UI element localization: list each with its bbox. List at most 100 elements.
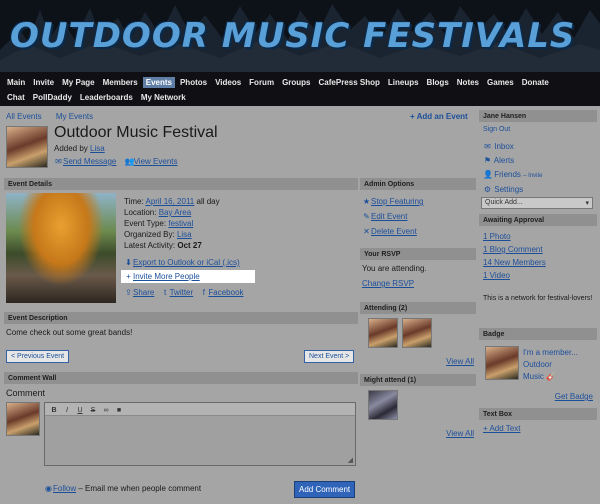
- event-organizer: Organized By: Lisa: [124, 230, 192, 239]
- main-nav: Main Invite My Page Members Events Photos Vide…: [0, 72, 600, 106]
- settings-link[interactable]: Settings: [494, 185, 523, 194]
- site-title[interactable]: OUTDOOR MUSIC FESTIVALS: [10, 16, 575, 56]
- previous-event-button[interactable]: < Previous Event: [6, 350, 70, 363]
- quick-add-select[interactable]: Quick Add... ▾: [481, 197, 593, 209]
- nav-item-groups[interactable]: Groups: [279, 77, 313, 88]
- nav-item-polldaddy[interactable]: PollDaddy: [30, 92, 75, 103]
- toolbar-button[interactable]: I: [62, 406, 72, 415]
- subnav: All Events My Events: [6, 112, 93, 121]
- view-events-link[interactable]: View Events: [134, 157, 178, 166]
- approval-item-link[interactable]: 1 Photo: [483, 230, 546, 243]
- nav-item-main[interactable]: Main: [4, 77, 28, 88]
- add-comment-button[interactable]: Add Comment: [294, 481, 356, 498]
- nav-item-videos[interactable]: Videos: [212, 77, 244, 88]
- nav-item-forum[interactable]: Forum: [246, 77, 277, 88]
- follow-link[interactable]: Follow: [53, 484, 76, 493]
- sign-out-link[interactable]: Sign Out: [483, 126, 510, 133]
- event-meta: Time: April 16, 2011 all day Location: B…: [124, 196, 220, 251]
- organizer-avatar[interactable]: [6, 126, 48, 168]
- inbox-icon: ✉: [484, 142, 491, 151]
- nav-item-members[interactable]: Members: [100, 77, 141, 88]
- comment-editor[interactable]: B I U S ∞ ■ ◢: [44, 402, 356, 466]
- add-event-button[interactable]: + Add an Event: [410, 112, 468, 121]
- admin-options-header: Admin Options: [360, 178, 476, 190]
- change-rsvp-link[interactable]: Change RSVP: [362, 279, 414, 288]
- follow-description: – Email me when people comment: [78, 484, 202, 493]
- all-events-link[interactable]: All Events: [6, 112, 42, 121]
- event-type-link[interactable]: festival: [168, 219, 193, 228]
- nav-item-photos[interactable]: Photos: [177, 77, 210, 88]
- star-icon: ★: [362, 197, 371, 206]
- attendee-avatar[interactable]: [402, 318, 432, 348]
- toolbar-button[interactable]: B: [49, 406, 59, 415]
- attendee-avatar[interactable]: [368, 318, 398, 348]
- toolbar-button[interactable]: U: [75, 406, 85, 415]
- user-menu: ✉ Inbox ⚑ Alerts 👤 Friends – Invite ⚙ Se…: [483, 140, 543, 197]
- twitter-link[interactable]: Twitter: [170, 288, 194, 297]
- delete-event-link[interactable]: Delete Event: [371, 227, 417, 236]
- nav-item-my-network[interactable]: My Network: [138, 92, 189, 103]
- get-badge-link[interactable]: Get Badge: [555, 392, 593, 401]
- invite-friends-link[interactable]: – Invite: [523, 173, 542, 179]
- event-actions: ✉Send Message 👥View Events: [54, 157, 177, 166]
- maybe-attendee-avatar[interactable]: [368, 390, 398, 420]
- inbox-link[interactable]: Inbox: [494, 142, 514, 151]
- next-event-button[interactable]: Next Event >: [304, 350, 355, 363]
- friends-link[interactable]: Friends: [494, 170, 521, 179]
- event-type: Event Type: festival: [124, 219, 194, 228]
- nav-item-chat[interactable]: Chat: [4, 92, 28, 103]
- toolbar-button[interactable]: S: [88, 406, 98, 415]
- site-banner: OUTDOOR MUSIC FESTIVALS: [0, 0, 600, 72]
- nav-item-invite[interactable]: Invite: [30, 77, 57, 88]
- send-message-link[interactable]: Send Message: [63, 157, 116, 166]
- stop-featuring-link[interactable]: Stop Featuring: [371, 197, 423, 206]
- badge-text: I'm a member... Outdoor Music 🎸: [523, 348, 578, 381]
- location-link[interactable]: Bay Area: [159, 208, 191, 217]
- add-text-link[interactable]: + Add Text: [483, 424, 520, 433]
- event-location: Location: Bay Area: [124, 208, 192, 217]
- approval-item-link[interactable]: 1 Blog Comment: [483, 243, 546, 256]
- nav-item-games[interactable]: Games: [484, 77, 517, 88]
- toolbar-button[interactable]: ■: [114, 406, 124, 415]
- network-description: This is a network for festival-lovers!: [483, 295, 593, 302]
- might-attend-header: Might attend (1): [360, 374, 476, 386]
- approval-item-link[interactable]: 1 Video: [483, 269, 546, 282]
- invite-more-link[interactable]: Invite More People: [133, 272, 200, 281]
- added-by: Added by Lisa: [54, 144, 105, 153]
- nav-item-cafepress-shop[interactable]: CafePress Shop: [316, 77, 383, 88]
- plus-icon: +: [126, 272, 131, 281]
- nav-item-lineups[interactable]: Lineups: [385, 77, 422, 88]
- member-badge[interactable]: I'm a member... Outdoor Music 🎸: [483, 344, 595, 386]
- quick-add-value: Quick Add...: [485, 199, 523, 206]
- added-by-label: Added by: [54, 144, 88, 153]
- facebook-link[interactable]: Facebook: [208, 288, 243, 297]
- organizer-link[interactable]: Lisa: [177, 230, 192, 239]
- export-ics-link[interactable]: Export to Outlook or iCal (.ics): [133, 258, 240, 267]
- approval-item-link[interactable]: 14 New Members: [483, 256, 546, 269]
- event-time: Time: April 16, 2011 all day: [124, 197, 220, 206]
- nav-item-leaderboards[interactable]: Leaderboards: [77, 92, 136, 103]
- arrow-down-icon: ⬇: [125, 258, 132, 267]
- nav-item-my-page[interactable]: My Page: [59, 77, 97, 88]
- invite-more-row: + Invite More People: [121, 270, 255, 283]
- nav-item-events[interactable]: Events: [142, 77, 175, 88]
- might-attend-view-all-link[interactable]: View All: [446, 429, 474, 438]
- event-date-link[interactable]: April 16, 2011: [145, 197, 194, 206]
- pencil-icon: ✎: [363, 212, 370, 221]
- nav-row-secondary: Chat PollDaddy Leaderboards My Network: [4, 90, 596, 105]
- editor-toolbar: B I U S ∞ ■: [45, 403, 355, 416]
- badge-avatar: [485, 346, 519, 380]
- edit-event-link[interactable]: Edit Event: [371, 212, 407, 221]
- nav-item-blogs[interactable]: Blogs: [424, 77, 452, 88]
- share-link[interactable]: Share: [133, 288, 154, 297]
- added-by-user-link[interactable]: Lisa: [90, 144, 105, 153]
- resize-handle-icon[interactable]: ◢: [348, 456, 353, 464]
- nav-item-donate[interactable]: Donate: [519, 77, 552, 88]
- nav-item-notes[interactable]: Notes: [454, 77, 482, 88]
- event-photo[interactable]: [6, 193, 116, 303]
- my-events-link[interactable]: My Events: [56, 112, 93, 121]
- alert-icon: ⚑: [483, 156, 492, 165]
- toolbar-button[interactable]: ∞: [101, 406, 111, 415]
- alerts-link[interactable]: Alerts: [494, 156, 514, 165]
- attending-view-all-link[interactable]: View All: [446, 357, 474, 366]
